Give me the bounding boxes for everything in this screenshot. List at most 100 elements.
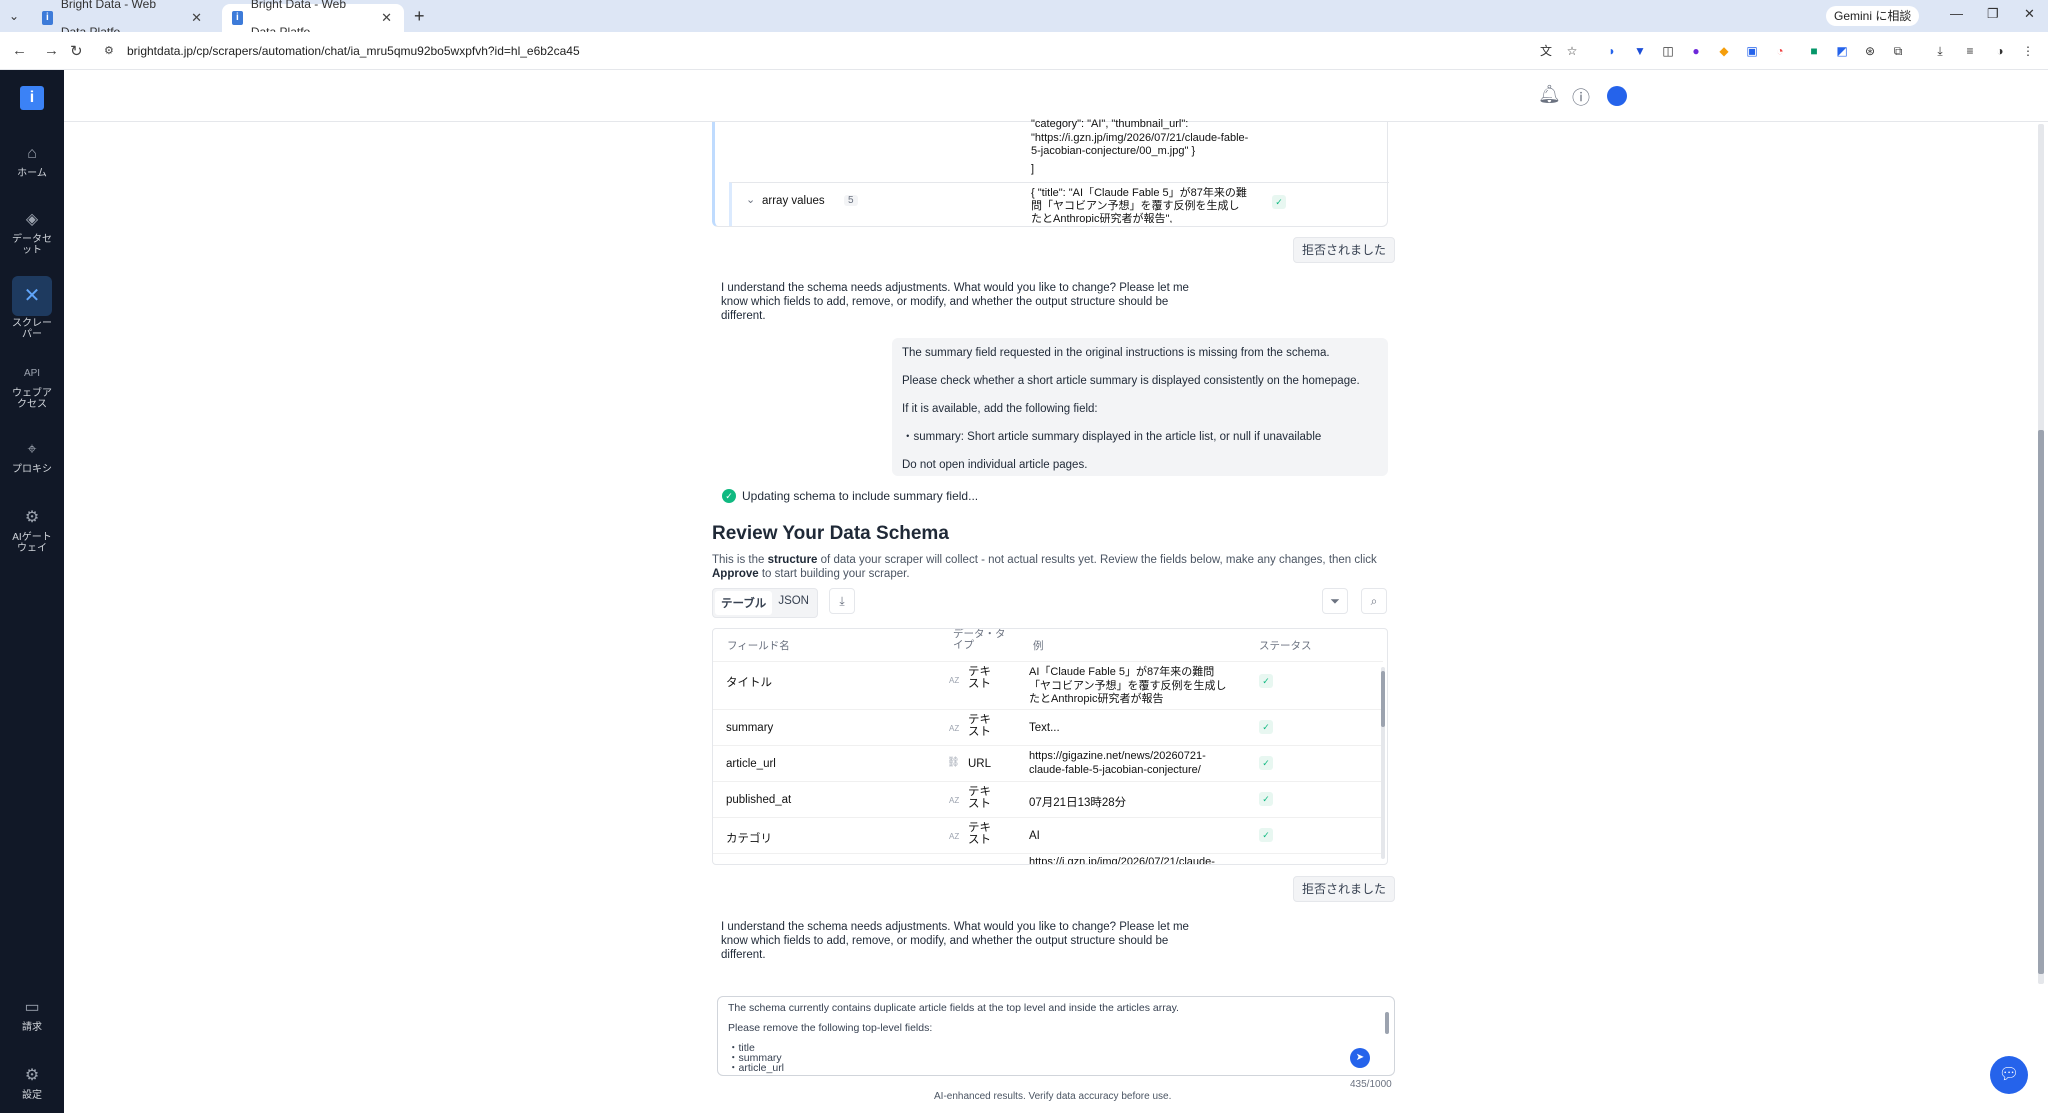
table-row[interactable]: summary AZ テキスト Text... ✓ [713,709,1383,745]
extension-icon[interactable]: ▣ [1744,43,1760,59]
data-type: URL [968,758,992,770]
back-icon[interactable]: ← [12,42,27,59]
filter-button[interactable]: ⏷ [1322,588,1348,614]
message-line: The summary field requested in the origi… [902,347,1330,359]
ai-disclaimer: AI-enhanced results. Verify data accurac… [934,1091,1172,1102]
gemini-button[interactable]: Gemini に相談 [1826,6,1920,26]
profile-icon[interactable]: ◑ [1992,43,2008,59]
download-icon[interactable]: ⤓ [1932,43,1948,59]
restore-icon[interactable]: ❐ [1987,6,1999,22]
array-values-row[interactable]: ⌄ array values 5 { "title": "AI「Claude F… [729,182,1389,226]
example-cell-close: ] [1031,163,1035,175]
field-name: summary [726,722,774,734]
composer-scrollbar-thumb[interactable] [1385,1012,1389,1034]
example-value: https://i.gzn.jp/img/2026/07/21/claude- [1029,856,1215,865]
input-line: The schema currently contains duplicate … [728,1002,1179,1014]
extension-icon[interactable]: ■ [1806,43,1822,59]
media-icon[interactable]: ≡ [1962,43,1978,59]
browser-tab-2[interactable]: i Bright Data - Web Data Platfo ✕ [222,0,404,39]
extension-icon[interactable]: ◩ [1834,43,1850,59]
assistant-message: I understand the schema needs adjustment… [721,282,1189,322]
extension-icon[interactable]: ▼ [1632,43,1648,59]
table-scrollbar-thumb[interactable] [1381,671,1385,727]
input-line: ・title [728,1042,755,1054]
site-info-icon[interactable]: ⚙ [104,44,114,57]
browser-tab-1[interactable]: i Bright Data - Web Data Platfo ✕ [32,0,214,39]
field-name: article_url [726,758,776,770]
chevron-down-icon[interactable]: ⌄ [746,193,755,206]
review-description: This is the structure of data your scrap… [712,553,1392,581]
sidebar-item-billing[interactable]: ▭ 請求 [0,998,64,1033]
array-label: array values [762,195,825,207]
billing-icon: ▭ [24,999,40,1016]
search-icon: ⌕ [1370,594,1378,608]
close-icon[interactable]: ✕ [381,4,392,32]
message-input[interactable]: The schema currently contains duplicate … [717,996,1395,1076]
dataset-icon: ◈ [25,211,39,228]
sidebar-item-ai-gateway[interactable]: ⚙ AIゲートウェイ [0,508,64,554]
sidebar-item-scrapers[interactable]: ✕ スクレーパー [0,276,64,340]
favicon-icon: i [232,11,243,25]
table-row[interactable]: article_url ⛓ URL https://gigazine.net/n… [713,745,1383,781]
extension-icon[interactable]: ◗ [1604,43,1620,59]
sidebar-item-label: 請求 [22,1022,42,1033]
desc-text: This is the [712,554,768,566]
tab-json[interactable]: JSON [772,591,815,615]
extension-icon[interactable]: ◆ [1716,43,1732,59]
message-line: Please check whether a short article sum… [902,375,1360,387]
table-row[interactable]: published_at AZ テキスト 07月21日13時28分 ✓ [713,781,1383,817]
extension-icon[interactable]: ● [1688,43,1704,59]
sidebar-item-label: AIゲートウェイ [12,532,52,554]
help-icon[interactable]: ⓘ [1572,84,1590,110]
table-row[interactable]: タイトル AZ テキスト AI「Claude Fable 5」が87年来の難問「… [713,661,1383,709]
search-button[interactable]: ⌕ [1361,588,1387,614]
example-value: 07月21日13時28分 [1029,797,1127,809]
sidebar-item-settings[interactable]: ⚙ 設定 [0,1066,64,1101]
column-header: フィールド名 [727,640,790,652]
chat-support-button[interactable]: 💬︎ [1990,1056,2028,1094]
field-name: タイトル [726,677,772,689]
bookmark-star-icon[interactable]: ☆ [1564,43,1580,59]
settings-icon: ⚙ [24,1067,40,1084]
reload-icon[interactable]: ↻ [70,42,83,60]
tab-table[interactable]: テーブル [715,591,773,615]
sidebar-item-web-access[interactable]: API ウェブアクセス [0,364,64,410]
bell-icon[interactable]: 🔔︎ [1538,84,1561,105]
table-row[interactable]: https://i.gzn.jp/img/2026/07/21/claude- [713,853,1383,865]
field-name: カテゴリ [726,833,772,845]
sidebar-item-datasets[interactable]: ◈ データセット [0,210,64,256]
desc-bold: Approve [712,568,759,580]
extension-icon[interactable]: ⊛ [1862,43,1878,59]
send-button[interactable]: ➤ [1350,1048,1370,1068]
review-title: Review Your Data Schema [712,523,949,544]
text-type-icon: AZ [949,676,960,685]
menu-kebab-icon[interactable]: ⋮ [2020,43,2036,59]
example-value: AI [1029,830,1040,842]
brand-logo[interactable]: i [20,86,44,110]
char-counter: 435/1000 [1350,1079,1392,1090]
new-tab-icon[interactable]: + [414,6,425,27]
status-text: Updating schema to include summary field… [742,489,979,503]
rejected-status-chip: 拒否されました [1293,876,1396,902]
sidebar-item-proxy[interactable]: ⌖ プロキシ [0,440,64,475]
desc-text: of data your scraper will collect - not … [817,554,1377,566]
tab-search-icon[interactable]: ⌄ [6,8,22,24]
extension-icon[interactable]: ◫ [1660,43,1676,59]
status-update: ✓ Updating schema to include summary fie… [722,489,978,503]
download-button[interactable]: ⤓ [829,588,855,614]
address-bar[interactable]: brightdata.jp/cp/scrapers/automation/cha… [127,39,1567,63]
close-icon[interactable]: ✕ [191,4,202,32]
table-row[interactable]: カテゴリ AZ テキスト AI ✓ [713,817,1383,853]
forward-icon[interactable]: → [44,42,59,59]
window-close-icon[interactable]: ✕ [2024,6,2035,22]
desc-bold: structure [767,554,818,566]
minimize-icon[interactable]: — [1950,6,1963,21]
input-line [728,1033,1384,1043]
extensions-puzzle-icon[interactable]: ⧉ [1890,43,1906,59]
sidebar-item-home[interactable]: ⌂ ホーム [0,144,64,179]
filter-icon: ⏷ [1330,594,1340,608]
page-scrollbar-thumb[interactable] [2038,430,2044,974]
avatar[interactable] [1607,86,1627,106]
translate-icon[interactable]: 文 [1538,43,1554,59]
extension-icon[interactable]: ◔ [1772,43,1788,59]
